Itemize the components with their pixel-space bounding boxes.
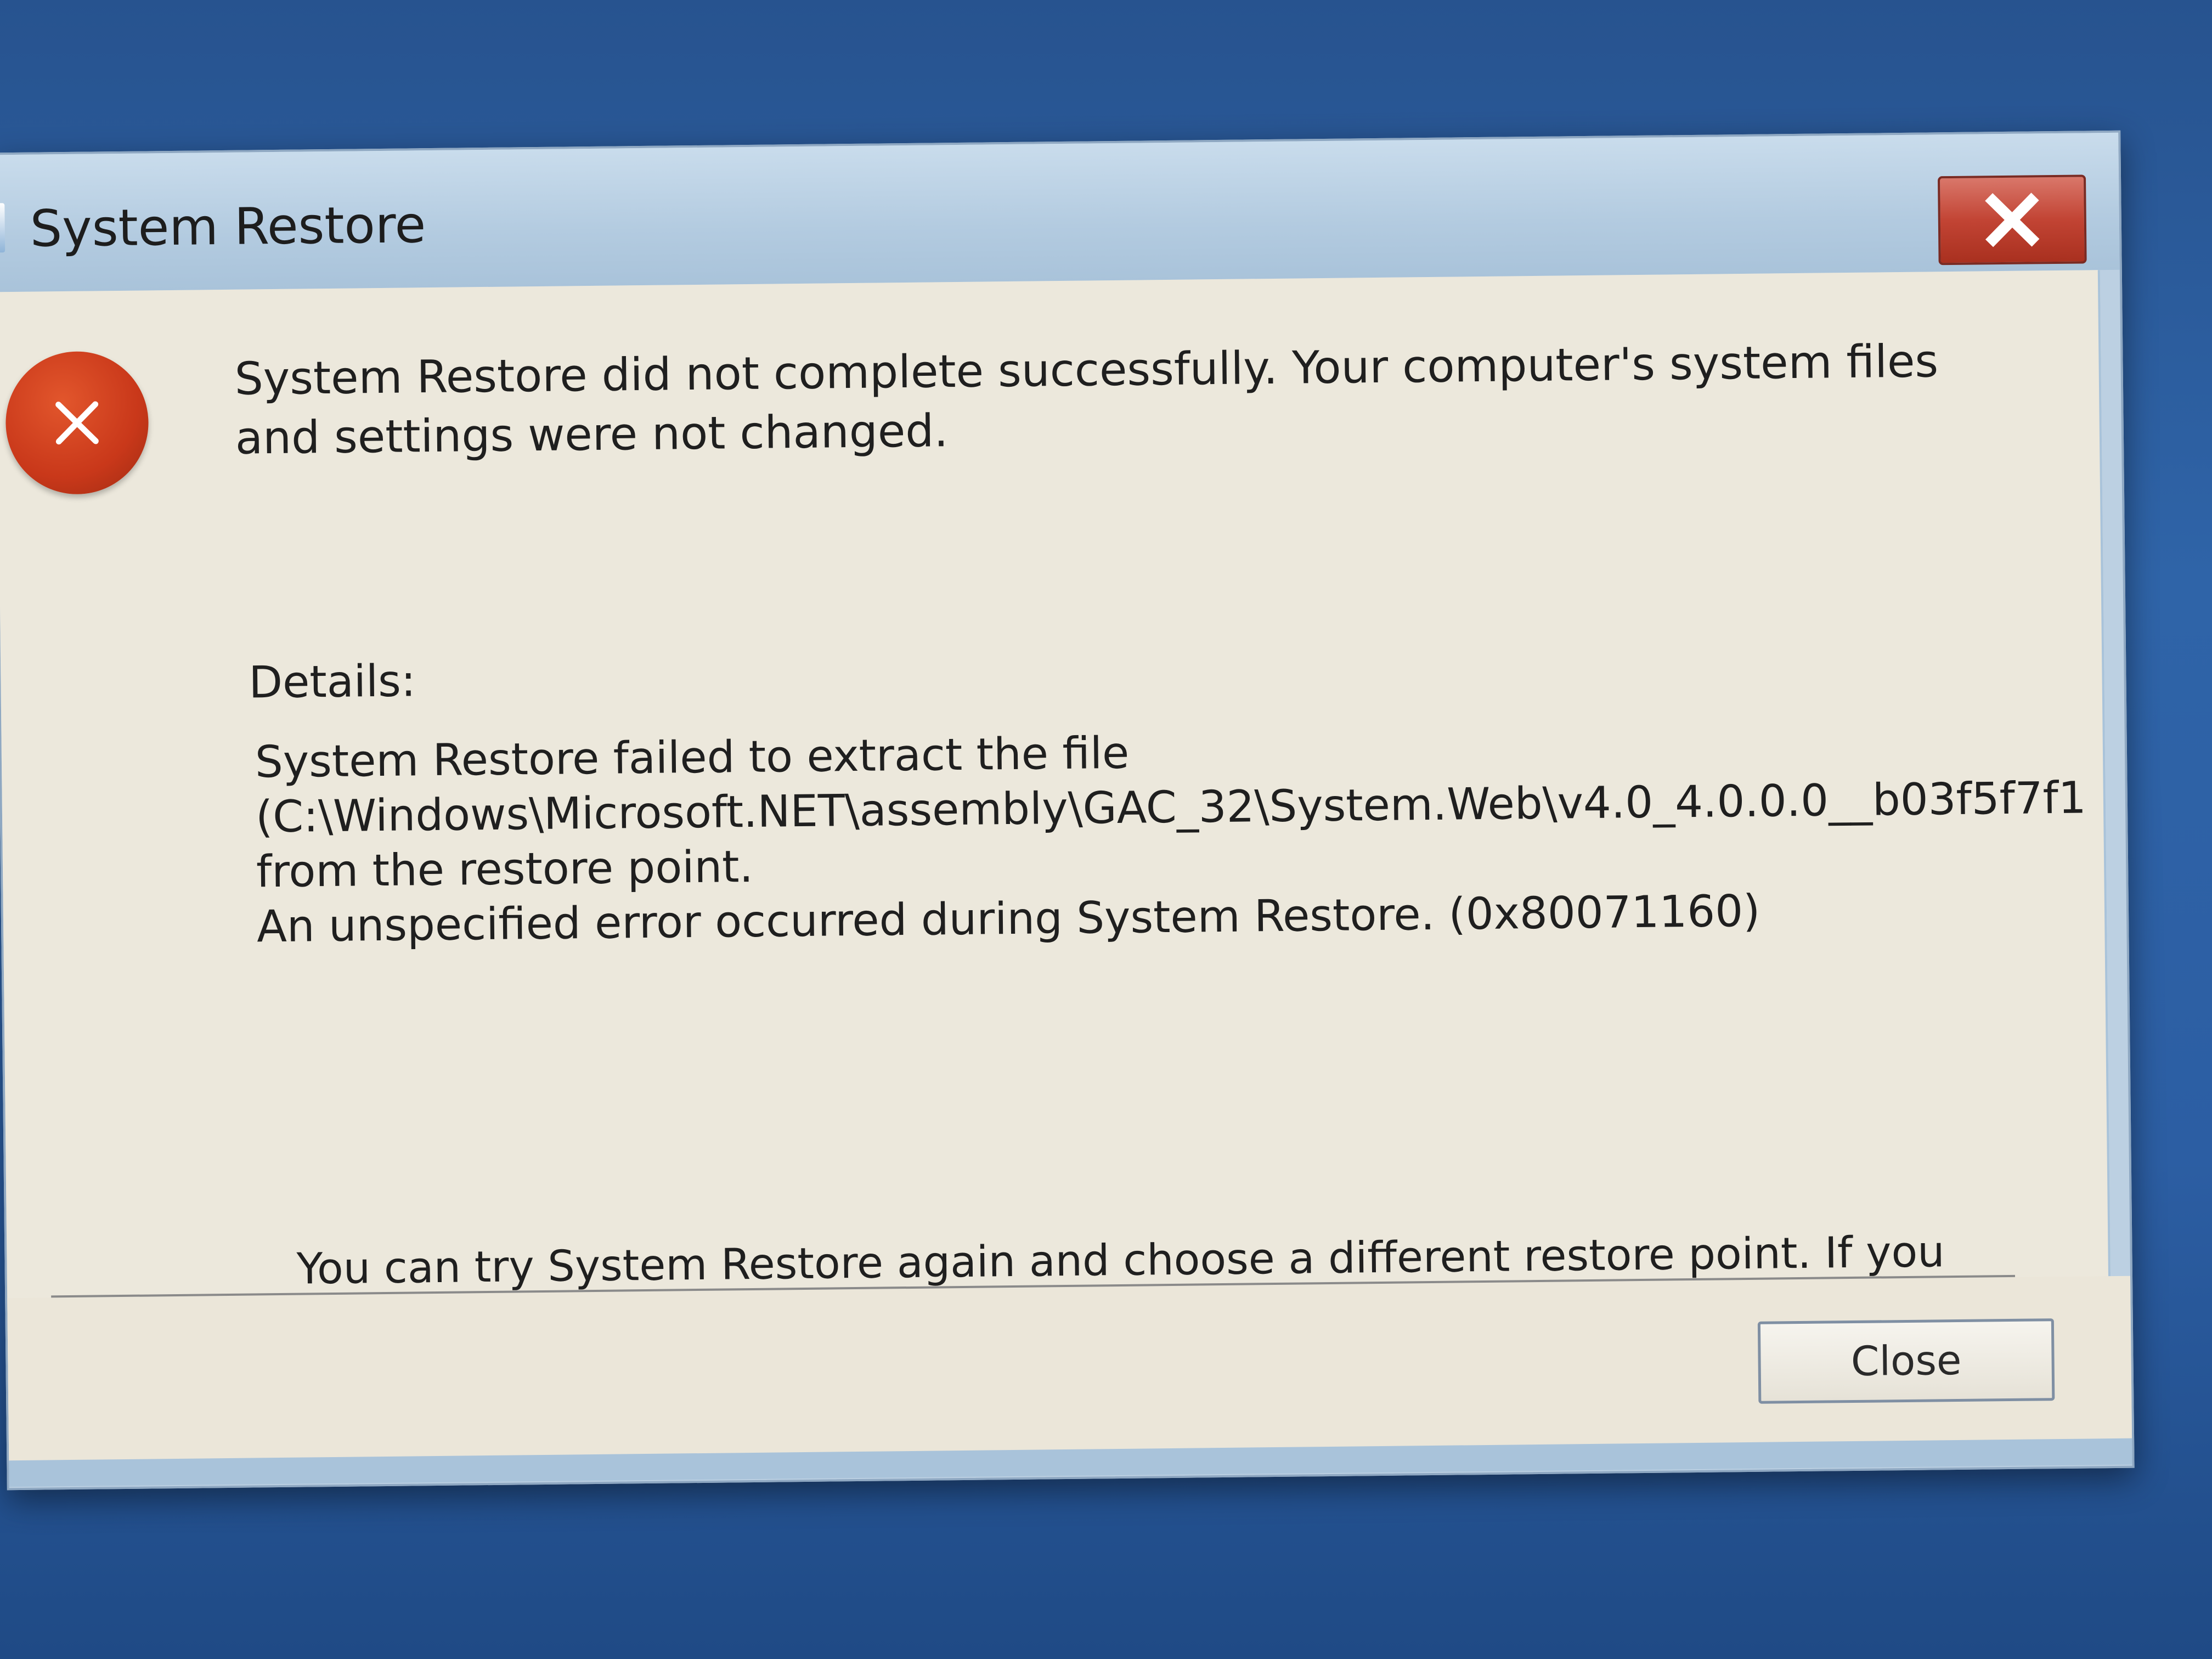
error-icon (5, 351, 149, 495)
window-title: System Restore (30, 195, 426, 258)
close-button[interactable]: Close (1757, 1318, 2055, 1404)
details-label: Details: (248, 655, 416, 708)
system-restore-icon (0, 203, 5, 253)
title-bar[interactable]: System Restore (0, 132, 2120, 292)
error-headline: System Restore did not complete successf… (234, 335, 1939, 465)
system-restore-dialog: System Restore System Restore did not co… (0, 130, 2135, 1491)
close-icon (1985, 193, 2040, 247)
window-close-button[interactable] (1937, 174, 2087, 266)
details-text: System Restore failed to extract the fil… (255, 716, 2087, 955)
